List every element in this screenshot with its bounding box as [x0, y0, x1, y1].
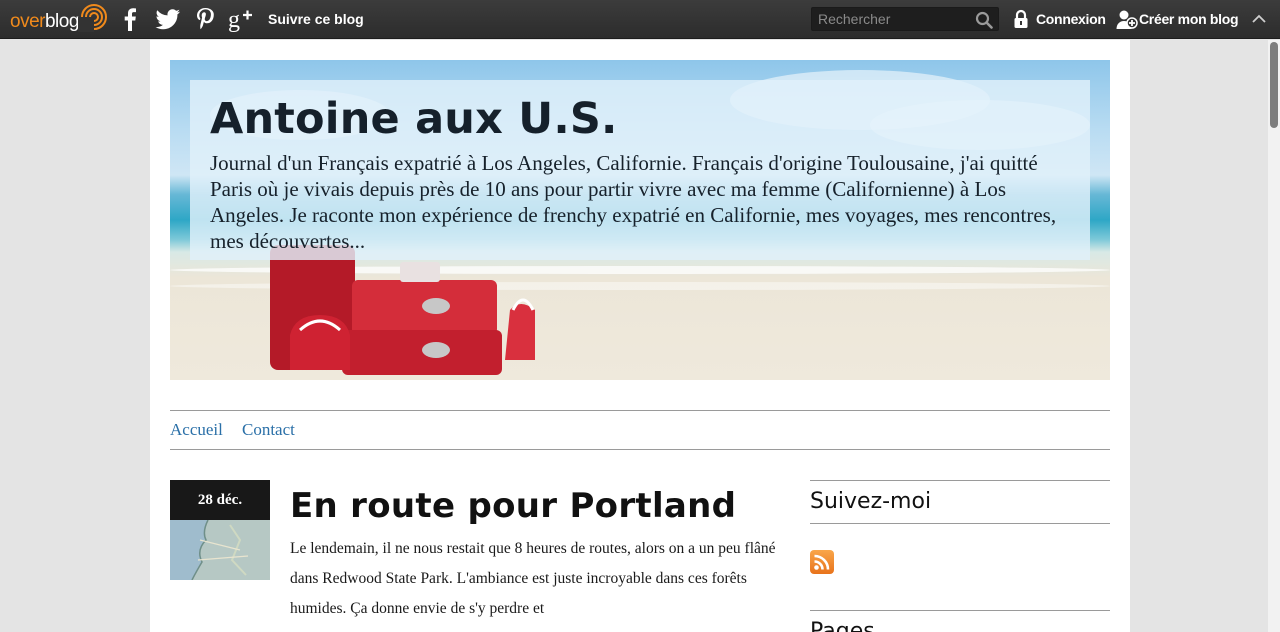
pages-widget-title: Pages — [810, 619, 875, 632]
scrollbar-thumb[interactable] — [1270, 42, 1278, 128]
create-blog-label: Créer mon blog — [1139, 11, 1239, 27]
follow-widget-title: Suivez-moi — [810, 489, 932, 514]
follow-widget: Suivez-moi — [810, 480, 1110, 524]
red-suitcases-image — [270, 245, 535, 375]
post-date-label: 28 déc. — [170, 480, 270, 520]
banner-text-panel: Antoine aux U.S. Journal d'un Français e… — [190, 80, 1090, 260]
blog-banner: Antoine aux U.S. Journal d'un Français e… — [170, 60, 1110, 380]
lock-icon — [1014, 9, 1028, 28]
post-title[interactable]: En route pour Portland — [290, 486, 736, 526]
blog-description: Journal d'un Français expatrié à Los Ang… — [210, 151, 1057, 253]
pages-widget: Pages — [810, 610, 1110, 632]
post-excerpt: Le lendemain, il ne nous restait que 8 h… — [290, 540, 776, 617]
overblog-top-bar: overblog g Suivre ce blog Connexion — [0, 0, 1280, 39]
logo-text: overblog — [10, 11, 79, 32]
search-input[interactable] — [812, 8, 972, 30]
post-thumbnail[interactable]: 28 déc. — [170, 480, 270, 580]
login-label: Connexion — [1036, 11, 1106, 27]
pinterest-icon[interactable] — [195, 7, 215, 33]
blog-title[interactable]: Antoine aux U.S. — [210, 94, 618, 144]
follow-blog-button[interactable]: Suivre ce blog — [268, 11, 364, 27]
facebook-icon[interactable] — [121, 7, 139, 31]
chevron-up-icon[interactable] — [1251, 11, 1267, 27]
map-thumbnail-image — [170, 520, 270, 580]
search-icon[interactable] — [975, 11, 993, 29]
page-scrollbar[interactable] — [1268, 40, 1280, 632]
main-navigation: Accueil Contact — [170, 410, 1110, 450]
google-plus-icon[interactable]: g — [228, 6, 256, 32]
logo-signal-icon — [78, 4, 107, 32]
create-blog-link[interactable]: Créer mon blog — [1116, 10, 1239, 29]
blog-page: Antoine aux U.S. Journal d'un Français e… — [150, 40, 1130, 632]
search-box — [811, 7, 999, 31]
nav-item-contact[interactable]: Contact — [242, 420, 295, 440]
nav-item-accueil[interactable]: Accueil — [170, 420, 223, 440]
svg-text:g: g — [228, 7, 240, 32]
twitter-icon[interactable] — [155, 7, 181, 31]
add-user-icon — [1116, 10, 1138, 29]
rss-icon[interactable] — [810, 550, 834, 574]
login-link[interactable]: Connexion — [1014, 9, 1106, 28]
